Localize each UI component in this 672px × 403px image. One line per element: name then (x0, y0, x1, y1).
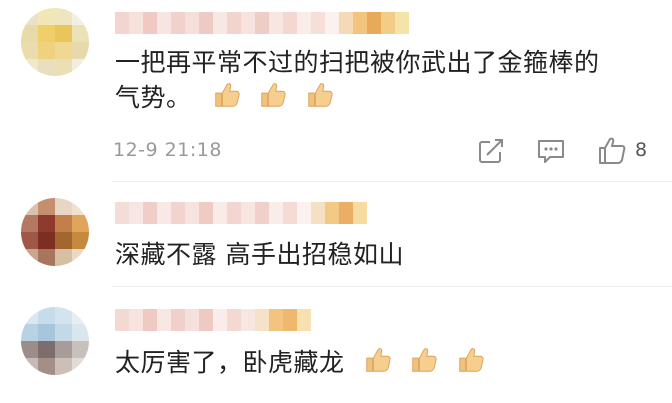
like-count: 8 (635, 139, 648, 161)
avatar[interactable] (21, 307, 89, 375)
comment-text: 太厉害了，卧虎藏龙 (115, 345, 494, 384)
thumbs-up-emoji (459, 348, 484, 372)
thumbs-up-emoji (215, 83, 240, 107)
thumbs-up-emoji (412, 348, 438, 372)
comment-text-line: 深藏不露 高手出招稳如山 (115, 240, 404, 269)
comment-text-line: 太厉害了，卧虎藏龙 (115, 345, 494, 384)
comment-text: 一把再平常不过的扫把被你武出了金箍棒的 气势。 (115, 46, 600, 119)
avatar[interactable] (21, 198, 89, 266)
comment-item: 一把再平常不过的扫把被你武出了金箍棒的 气势。 12-9 21:18 8 (0, 0, 672, 181)
timestamp: 12-9 21:18 (113, 139, 222, 161)
username-blurred[interactable] (115, 309, 311, 331)
comment-item: 太厉害了，卧虎藏龙 (0, 287, 672, 403)
comment-text-fragment: 气势。 (115, 83, 192, 112)
comment-text-line: 一把再平常不过的扫把被你武出了金箍棒的 (115, 48, 600, 77)
username-blurred[interactable] (115, 202, 367, 224)
avatar[interactable] (21, 8, 89, 76)
username-blurred[interactable] (115, 12, 409, 34)
thumbs-up-emoji (308, 83, 333, 107)
share-icon[interactable] (476, 136, 506, 166)
thumbs-up-emoji (261, 83, 287, 107)
comment-text: 深藏不露 高手出招稳如山 (115, 238, 404, 272)
emoji-group (363, 345, 494, 384)
like-icon[interactable] (597, 136, 627, 166)
emoji-group (212, 80, 343, 119)
thumbs-up-emoji (366, 348, 391, 372)
comment-icon[interactable] (536, 136, 566, 166)
comment-text-line: 气势。 (115, 80, 600, 119)
comment-text-fragment: 太厉害了，卧虎藏龙 (115, 348, 345, 377)
comment-item: 深藏不露 高手出招稳如山 (0, 182, 672, 286)
